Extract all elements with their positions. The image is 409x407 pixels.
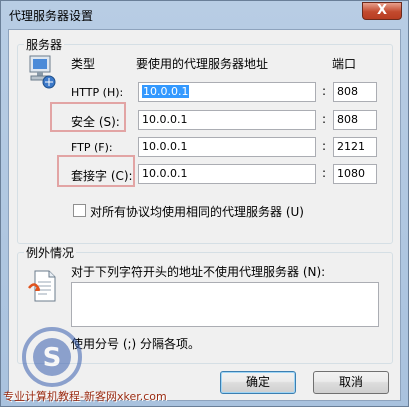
- http-label: HTTP (H):: [71, 86, 124, 99]
- socks-address-input[interactable]: 10.0.0.1: [138, 164, 316, 184]
- exceptions-group-title: 例外情况: [24, 244, 77, 261]
- svg-text:S: S: [43, 343, 62, 373]
- port-column-header: 端口: [332, 57, 357, 71]
- ftp-address-input[interactable]: 10.0.0.1: [138, 137, 316, 157]
- ftp-colon: :: [322, 139, 327, 153]
- cancel-button[interactable]: 取消: [313, 371, 389, 394]
- http-address-input[interactable]: 10.0.0.1: [138, 82, 316, 102]
- http-port-input[interactable]: 808: [333, 82, 377, 102]
- title-bar: 代理服务器设置 X: [1, 1, 408, 29]
- type-column-header: 类型: [71, 57, 96, 71]
- exceptions-hint: 使用分号 (;) 分隔各项。: [71, 337, 201, 351]
- exceptions-textarea[interactable]: [71, 282, 379, 327]
- ok-button[interactable]: 确定: [220, 371, 296, 394]
- close-button[interactable]: X: [362, 2, 402, 20]
- secure-highlight-box: [50, 102, 126, 132]
- ftp-port-input[interactable]: 2121: [333, 137, 377, 157]
- secure-colon: :: [322, 112, 327, 126]
- exceptions-description: 对于下列字符开头的地址不使用代理服务器 (N):: [71, 265, 326, 279]
- computer-icon: [29, 55, 56, 89]
- address-column-header: 要使用的代理服务器地址: [136, 57, 269, 71]
- same-proxy-checkbox[interactable]: [73, 204, 86, 217]
- socks-port-input[interactable]: 1080: [333, 164, 377, 184]
- servers-group-title: 服务器: [24, 36, 65, 53]
- secure-address-input[interactable]: 10.0.0.1: [138, 110, 316, 130]
- window-title: 代理服务器设置: [9, 9, 94, 23]
- same-proxy-label[interactable]: 对所有协议均使用相同的代理服务器 (U): [90, 203, 304, 220]
- proxy-settings-dialog: 代理服务器设置 X 服务器 类型 要使用的代理服务器地址 端口 HTTP (H)…: [0, 0, 409, 407]
- exceptions-document-icon: [28, 270, 56, 302]
- http-address-value: 10.0.0.1: [142, 85, 190, 98]
- watermark-text: 专业计算机教程-新客网xker.com: [3, 390, 167, 403]
- ftp-label: FTP (F):: [71, 141, 113, 154]
- secure-port-input[interactable]: 808: [333, 110, 377, 130]
- watermark-logo-icon: S: [22, 327, 82, 387]
- socks-colon: :: [322, 166, 327, 180]
- http-colon: :: [322, 84, 327, 98]
- socks-highlight-box: [57, 155, 135, 187]
